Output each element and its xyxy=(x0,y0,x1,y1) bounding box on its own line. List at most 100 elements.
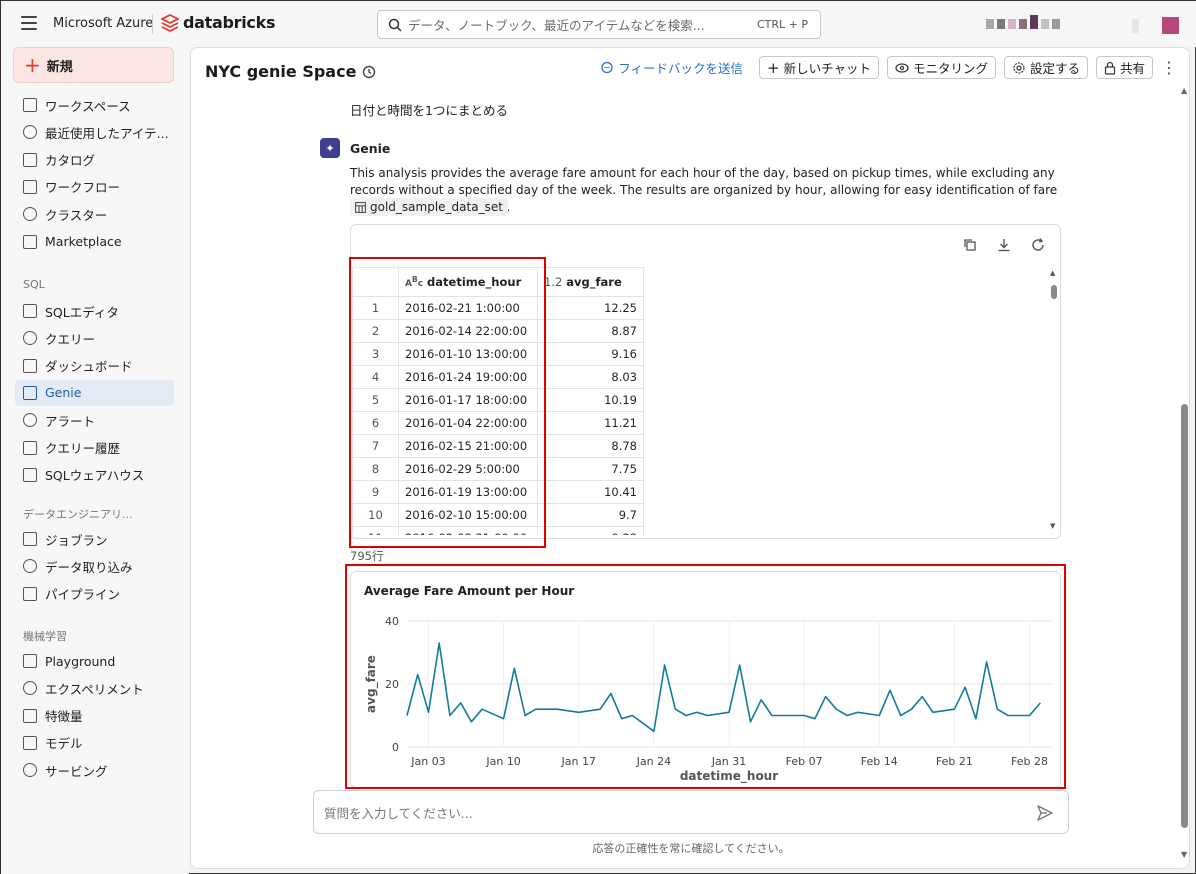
sidebar-item-history[interactable]: クエリー履歴 xyxy=(15,435,174,461)
sidebar-item-label: 特徴量 xyxy=(45,709,83,725)
sidebar-item-clock[interactable]: 最近使用したアイテ... xyxy=(15,119,174,145)
results-table-card: ABc datetime_hour 1.2 avg_fare 1 2016-02-21… xyxy=(350,224,1061,539)
sidebar-item-serving[interactable]: サービング xyxy=(15,757,174,783)
new-button-label: 新規 xyxy=(46,59,73,75)
download-icon[interactable] xyxy=(996,237,1012,253)
sidebar-item-label: ジョブラン xyxy=(45,532,108,548)
refresh-icon[interactable] xyxy=(1030,237,1046,253)
table-row[interactable]: 1 2016-02-21 1:00:00 12.25 xyxy=(352,296,644,320)
sidebar-item-cloud[interactable]: クラスター xyxy=(15,201,174,227)
sidebar-item-pipeline[interactable]: パイプライン xyxy=(15,581,174,607)
sidebar-item-store[interactable]: Marketplace xyxy=(15,229,174,255)
sidebar-item-sql-editor[interactable]: SQLエディタ xyxy=(15,298,174,324)
table-scroll-area[interactable]: ABc datetime_hour 1.2 avg_fare 1 2016-02-21… xyxy=(352,267,1044,535)
y-tick-label: 20 xyxy=(385,678,399,691)
row-index: 8 xyxy=(352,457,399,481)
table-row[interactable]: 112016-02-03 21:00:009.38 xyxy=(352,526,644,535)
cell-datetime: 2016-01-19 13:00:00 xyxy=(398,480,538,504)
column-header-datetime-label: datetime_hour xyxy=(427,275,522,289)
feedback-link[interactable]: フィードバックを送信 xyxy=(600,58,743,77)
send-icon[interactable] xyxy=(1036,804,1054,822)
scroll-down-icon[interactable]: ▼ xyxy=(1050,522,1055,530)
scroll-down-icon[interactable]: ▼ xyxy=(1181,850,1187,859)
sidebar-item-label: ワークフロー xyxy=(45,180,121,196)
history-icon[interactable] xyxy=(362,65,376,79)
section-data-engineering: データエンジニアリ... xyxy=(23,508,133,521)
page-scrollbar[interactable]: ▲ ▼ xyxy=(1179,86,1191,866)
space-header: NYC genie Space xyxy=(205,62,376,81)
table-row[interactable]: 8 2016-02-29 5:00:00 7.75 xyxy=(352,457,644,481)
workspace-icon xyxy=(23,98,37,112)
sidebar-item-catalog[interactable]: カタログ xyxy=(15,147,174,173)
sidebar-item-query[interactable]: クエリー xyxy=(15,325,174,351)
more-options-icon[interactable]: ⋮ xyxy=(1161,58,1177,77)
sidebar-item-jobs[interactable]: ジョブラン xyxy=(15,526,174,552)
sidebar-item-dashboard[interactable]: ダッシュボード xyxy=(15,353,174,379)
sidebar-item-ingest[interactable]: データ取り込み xyxy=(15,553,174,579)
table-row[interactable]: 3 2016-01-10 13:00:00 9.16 xyxy=(352,342,644,366)
sidebar: + 新規 ワークスペース最近使用したアイテ... カタログワークフロークラスター M… xyxy=(1,47,189,874)
table-row[interactable]: 5 2016-01-17 18:00:00 10.19 xyxy=(352,388,644,412)
gear-icon xyxy=(1013,61,1025,74)
row-index: 11 xyxy=(352,526,399,535)
workspace-switcher[interactable] xyxy=(986,15,1060,29)
share-button[interactable]: 共有 xyxy=(1095,56,1153,79)
section-sql: SQL xyxy=(23,278,45,291)
genie-icon xyxy=(23,385,37,400)
sidebar-item-label: SQLウェアハウス xyxy=(45,468,145,484)
sidebar-item-experiment[interactable]: エクスペリメント xyxy=(15,675,174,701)
table-row[interactable]: 6 2016-01-04 22:00:00 11.21 xyxy=(352,411,644,435)
plus-icon: + xyxy=(766,58,780,77)
table-row[interactable]: 9 2016-01-19 13:00:00 10.41 xyxy=(352,480,644,504)
column-header-datetime[interactable]: ABc datetime_hour xyxy=(398,267,538,297)
sidebar-item-warehouse[interactable]: SQLウェアハウス xyxy=(15,462,174,488)
menu-icon[interactable] xyxy=(21,16,37,30)
column-header-fare-label: avg_fare xyxy=(566,275,622,289)
bell-icon xyxy=(23,413,37,428)
genie-author: Genie xyxy=(350,141,391,156)
sidebar-item-label: SQLエディタ xyxy=(45,304,119,320)
results-table: ABc datetime_hour 1.2 avg_fare 1 2016-02-21… xyxy=(352,267,644,535)
scroll-up-icon[interactable]: ▲ xyxy=(1050,269,1055,277)
settings-button[interactable]: 設定する xyxy=(1003,56,1088,79)
string-type-icon: ABc xyxy=(405,275,424,289)
sidebar-item-model[interactable]: モデル xyxy=(15,730,174,756)
copy-icon[interactable] xyxy=(962,237,978,253)
sidebar-item-label: 最近使用したアイテ... xyxy=(45,125,169,141)
sidebar-item-workspace[interactable]: ワークスペース xyxy=(15,92,174,118)
sidebar-item-bell[interactable]: アラート xyxy=(15,407,174,433)
question-input[interactable] xyxy=(324,801,1014,825)
plus-icon: + xyxy=(24,53,41,77)
scroll-up-icon[interactable]: ▲ xyxy=(1181,86,1187,95)
table-row[interactable]: 7 2016-02-15 21:00:00 8.78 xyxy=(352,434,644,458)
page-scroll-thumb[interactable] xyxy=(1181,404,1188,828)
table-row[interactable]: 2 2016-02-14 22:00:00 8.87 xyxy=(352,319,644,343)
cloud-icon xyxy=(23,207,37,222)
new-button[interactable]: + 新規 xyxy=(13,47,174,83)
dataset-chip[interactable]: gold_sample_data_set xyxy=(350,198,508,216)
brand-divider xyxy=(152,14,153,34)
x-tick-label: Feb 28 xyxy=(1011,755,1048,768)
column-header-fare[interactable]: 1.2 avg_fare xyxy=(537,267,644,297)
table-scroll-thumb[interactable] xyxy=(1051,285,1057,299)
monitoring-button[interactable]: モニタリング xyxy=(886,56,996,79)
global-search[interactable]: データ、ノートブック、最近のアイテムなどを検索... CTRL + P xyxy=(377,10,821,39)
user-avatar[interactable] xyxy=(1162,17,1179,34)
new-chat-button[interactable]: + 新しいチャット xyxy=(758,56,879,79)
chat-bubble-icon xyxy=(601,61,613,73)
cell-avg-fare: 11.21 xyxy=(537,411,644,435)
search-placeholder[interactable]: データ、ノートブック、最近のアイテムなどを検索... xyxy=(408,15,757,34)
sidebar-item-label: Genie xyxy=(45,385,82,401)
table-row[interactable]: 4 2016-01-24 19:00:00 8.03 xyxy=(352,365,644,389)
azure-brand[interactable]: Microsoft Azure xyxy=(53,16,153,31)
databricks-logo[interactable]: databricks xyxy=(161,13,275,32)
table-row[interactable]: 10 2016-02-10 15:00:00 9.7 xyxy=(352,503,644,527)
sidebar-item-genie[interactable]: Genie xyxy=(15,379,174,406)
table-scrollbar[interactable]: ▲ ▼ xyxy=(1049,267,1059,535)
sidebar-item-playground[interactable]: Playground xyxy=(15,648,174,674)
sidebar-item-label: カタログ xyxy=(45,153,96,169)
decimal-type-icon: 1.2 xyxy=(544,275,563,289)
sidebar-item-feature[interactable]: 特徴量 xyxy=(15,703,174,729)
row-index: 6 xyxy=(352,411,399,435)
sidebar-item-workflow[interactable]: ワークフロー xyxy=(15,174,174,200)
